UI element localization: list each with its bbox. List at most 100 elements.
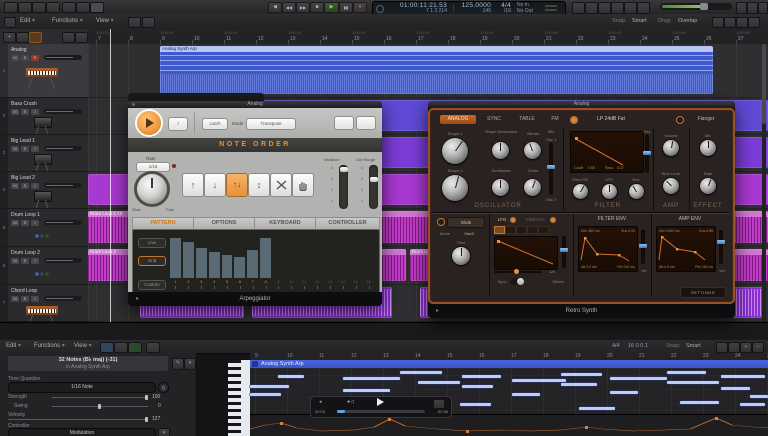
- piano-roll-region-bar[interactable]: Analog Synth Arp: [250, 360, 768, 368]
- duplicate-track-button[interactable]: [16, 32, 29, 43]
- mixer-icon[interactable]: [32, 2, 46, 13]
- add-track-button[interactable]: +: [3, 32, 16, 43]
- record-button[interactable]: ●: [353, 2, 367, 13]
- effect-power-button[interactable]: [676, 116, 684, 124]
- midi-note[interactable]: [721, 387, 749, 390]
- pencil-tool-icon[interactable]: [146, 342, 160, 353]
- sine-level-knob[interactable]: [663, 178, 679, 194]
- catch-playhead-icon[interactable]: [128, 342, 142, 353]
- slider-handle[interactable]: [560, 248, 568, 252]
- tab-analog[interactable]: ANALOG: [440, 115, 476, 124]
- smart-controls-icon[interactable]: [46, 2, 60, 13]
- catch-icon[interactable]: [712, 17, 724, 28]
- rewind-button[interactable]: ◀◀: [282, 2, 296, 13]
- midi-note[interactable]: [460, 403, 491, 406]
- lfo-wave-triangle[interactable]: [516, 226, 527, 234]
- pattern-bar[interactable]: [170, 238, 181, 278]
- view-menu[interactable]: View ▾: [96, 14, 114, 29]
- retro-synth-titlebar[interactable]: Analog: [428, 101, 735, 108]
- glide-mode-value[interactable]: Osc2: [458, 231, 480, 236]
- pr-edit-menu[interactable]: Edit ▾: [6, 339, 21, 354]
- input-monitor-button[interactable]: I: [31, 109, 39, 115]
- filter-fm-knob[interactable]: [573, 184, 588, 199]
- midi-note[interactable]: [512, 393, 540, 396]
- pr-functions-menu[interactable]: Functions ▾: [34, 339, 65, 354]
- mute-button[interactable]: M: [11, 55, 19, 61]
- lcd-display[interactable]: 01:00:11:21.53 7 1 3 214 125.0000 146 4/…: [372, 1, 566, 15]
- amp-env-display[interactable]: Dec 2400 ms Sus 0.85 Att 0.5 ms Rel 230 …: [656, 226, 716, 272]
- automation-icon[interactable]: [128, 17, 141, 28]
- editors-icon[interactable]: [62, 2, 76, 13]
- close-icon[interactable]: [132, 103, 135, 106]
- lfo-rate-slider[interactable]: [494, 271, 542, 273]
- midi-note[interactable]: [680, 401, 719, 404]
- volume-icon[interactable]: ●◁: [347, 399, 361, 406]
- video-play-icon[interactable]: [377, 398, 384, 406]
- replace-icon[interactable]: [598, 2, 611, 14]
- list-editors-icon[interactable]: [736, 2, 747, 14]
- video-controller[interactable]: ◂ ●◁ 00:03 -00:36: [310, 396, 452, 418]
- quantize-dropdown[interactable]: 1/16 Note: [8, 382, 156, 393]
- grid-button[interactable]: Grid: [138, 256, 166, 266]
- lfo-display[interactable]: [494, 236, 558, 270]
- controller-dropdown[interactable]: Modulation: [8, 428, 156, 436]
- autopunch-icon[interactable]: [585, 2, 598, 14]
- inspector-icon[interactable]: [18, 2, 32, 13]
- filter-power-button[interactable]: [570, 116, 578, 124]
- volume-knob[interactable]: [663, 140, 679, 156]
- pattern-bar[interactable]: [222, 255, 233, 278]
- glide-dropdown[interactable]: Glide: [447, 217, 485, 228]
- automation-node[interactable]: [466, 430, 469, 433]
- back-icon[interactable]: [4, 17, 16, 28]
- track-volume-slider[interactable]: [44, 183, 82, 188]
- midi-note[interactable]: [561, 383, 597, 386]
- library-icon[interactable]: [4, 2, 18, 13]
- filter-display[interactable]: Cutoff 0.58 Reso 0.37: [570, 131, 644, 173]
- zoom-h-icon[interactable]: [736, 17, 748, 28]
- oct-range-slider[interactable]: [369, 165, 378, 209]
- lfo-tab[interactable]: LFO: [494, 217, 510, 222]
- pattern-bar[interactable]: [247, 250, 258, 278]
- order-outside-in-button[interactable]: ↕: [248, 173, 270, 197]
- midi-note[interactable]: [400, 371, 441, 374]
- input-monitor-button[interactable]: I: [31, 296, 39, 302]
- master-volume-slider[interactable]: [660, 3, 732, 10]
- track-volume-slider[interactable]: [44, 296, 82, 301]
- arp-header-button-2[interactable]: [356, 116, 376, 130]
- pattern-bar[interactable]: [209, 252, 220, 278]
- mute-button[interactable]: M: [11, 109, 19, 115]
- lfo-amount-slider[interactable]: [562, 236, 566, 268]
- vibrato-knob[interactable]: [524, 142, 541, 159]
- midi-note[interactable]: [750, 395, 768, 398]
- disclosure-icon[interactable]: ▸: [436, 304, 439, 318]
- solo-button[interactable]: S: [21, 296, 29, 302]
- midi-note[interactable]: [512, 379, 566, 382]
- live-button[interactable]: Live: [138, 238, 166, 248]
- midi-note[interactable]: [278, 375, 304, 378]
- go-to-beginning-button[interactable]: ◀: [268, 2, 282, 13]
- piano-roll-ruler[interactable]: 910111213141516171819202122232425: [250, 353, 768, 360]
- pattern-step-bars[interactable]: [169, 234, 375, 278]
- media-browser-icon[interactable]: [747, 2, 758, 14]
- flex-icon[interactable]: [142, 17, 155, 28]
- pattern-bar[interactable]: [260, 238, 271, 278]
- pr-zoom-in-icon[interactable]: +: [740, 342, 752, 353]
- pattern-bar[interactable]: [183, 242, 194, 278]
- effect-type-dropdown[interactable]: Flanger: [686, 115, 726, 124]
- track-lane[interactable]: Analog Synth Arp: [88, 44, 768, 98]
- filter-env-knob[interactable]: [629, 184, 644, 199]
- track-sort-icon[interactable]: [62, 32, 75, 43]
- input-monitor-button[interactable]: I: [31, 146, 39, 152]
- pr-snap-menu[interactable]: Smart: [686, 339, 701, 354]
- input-monitor-button[interactable]: I: [31, 183, 39, 189]
- arrange-scrollbar[interactable]: [762, 44, 766, 322]
- track-header-drum-loop-1[interactable]: 5Drum Loop 1MSI: [0, 209, 88, 247]
- track-zoom-icon[interactable]: [75, 32, 88, 43]
- lfo-rate-handle[interactable]: [514, 269, 519, 274]
- strength-slider[interactable]: [52, 397, 148, 398]
- midi-note[interactable]: [561, 373, 602, 376]
- cycle-icon[interactable]: [572, 2, 585, 14]
- library-toggle-icon[interactable]: [29, 32, 42, 43]
- pr-view-menu[interactable]: View ▾: [74, 339, 92, 354]
- input-monitor-button[interactable]: I: [31, 220, 39, 226]
